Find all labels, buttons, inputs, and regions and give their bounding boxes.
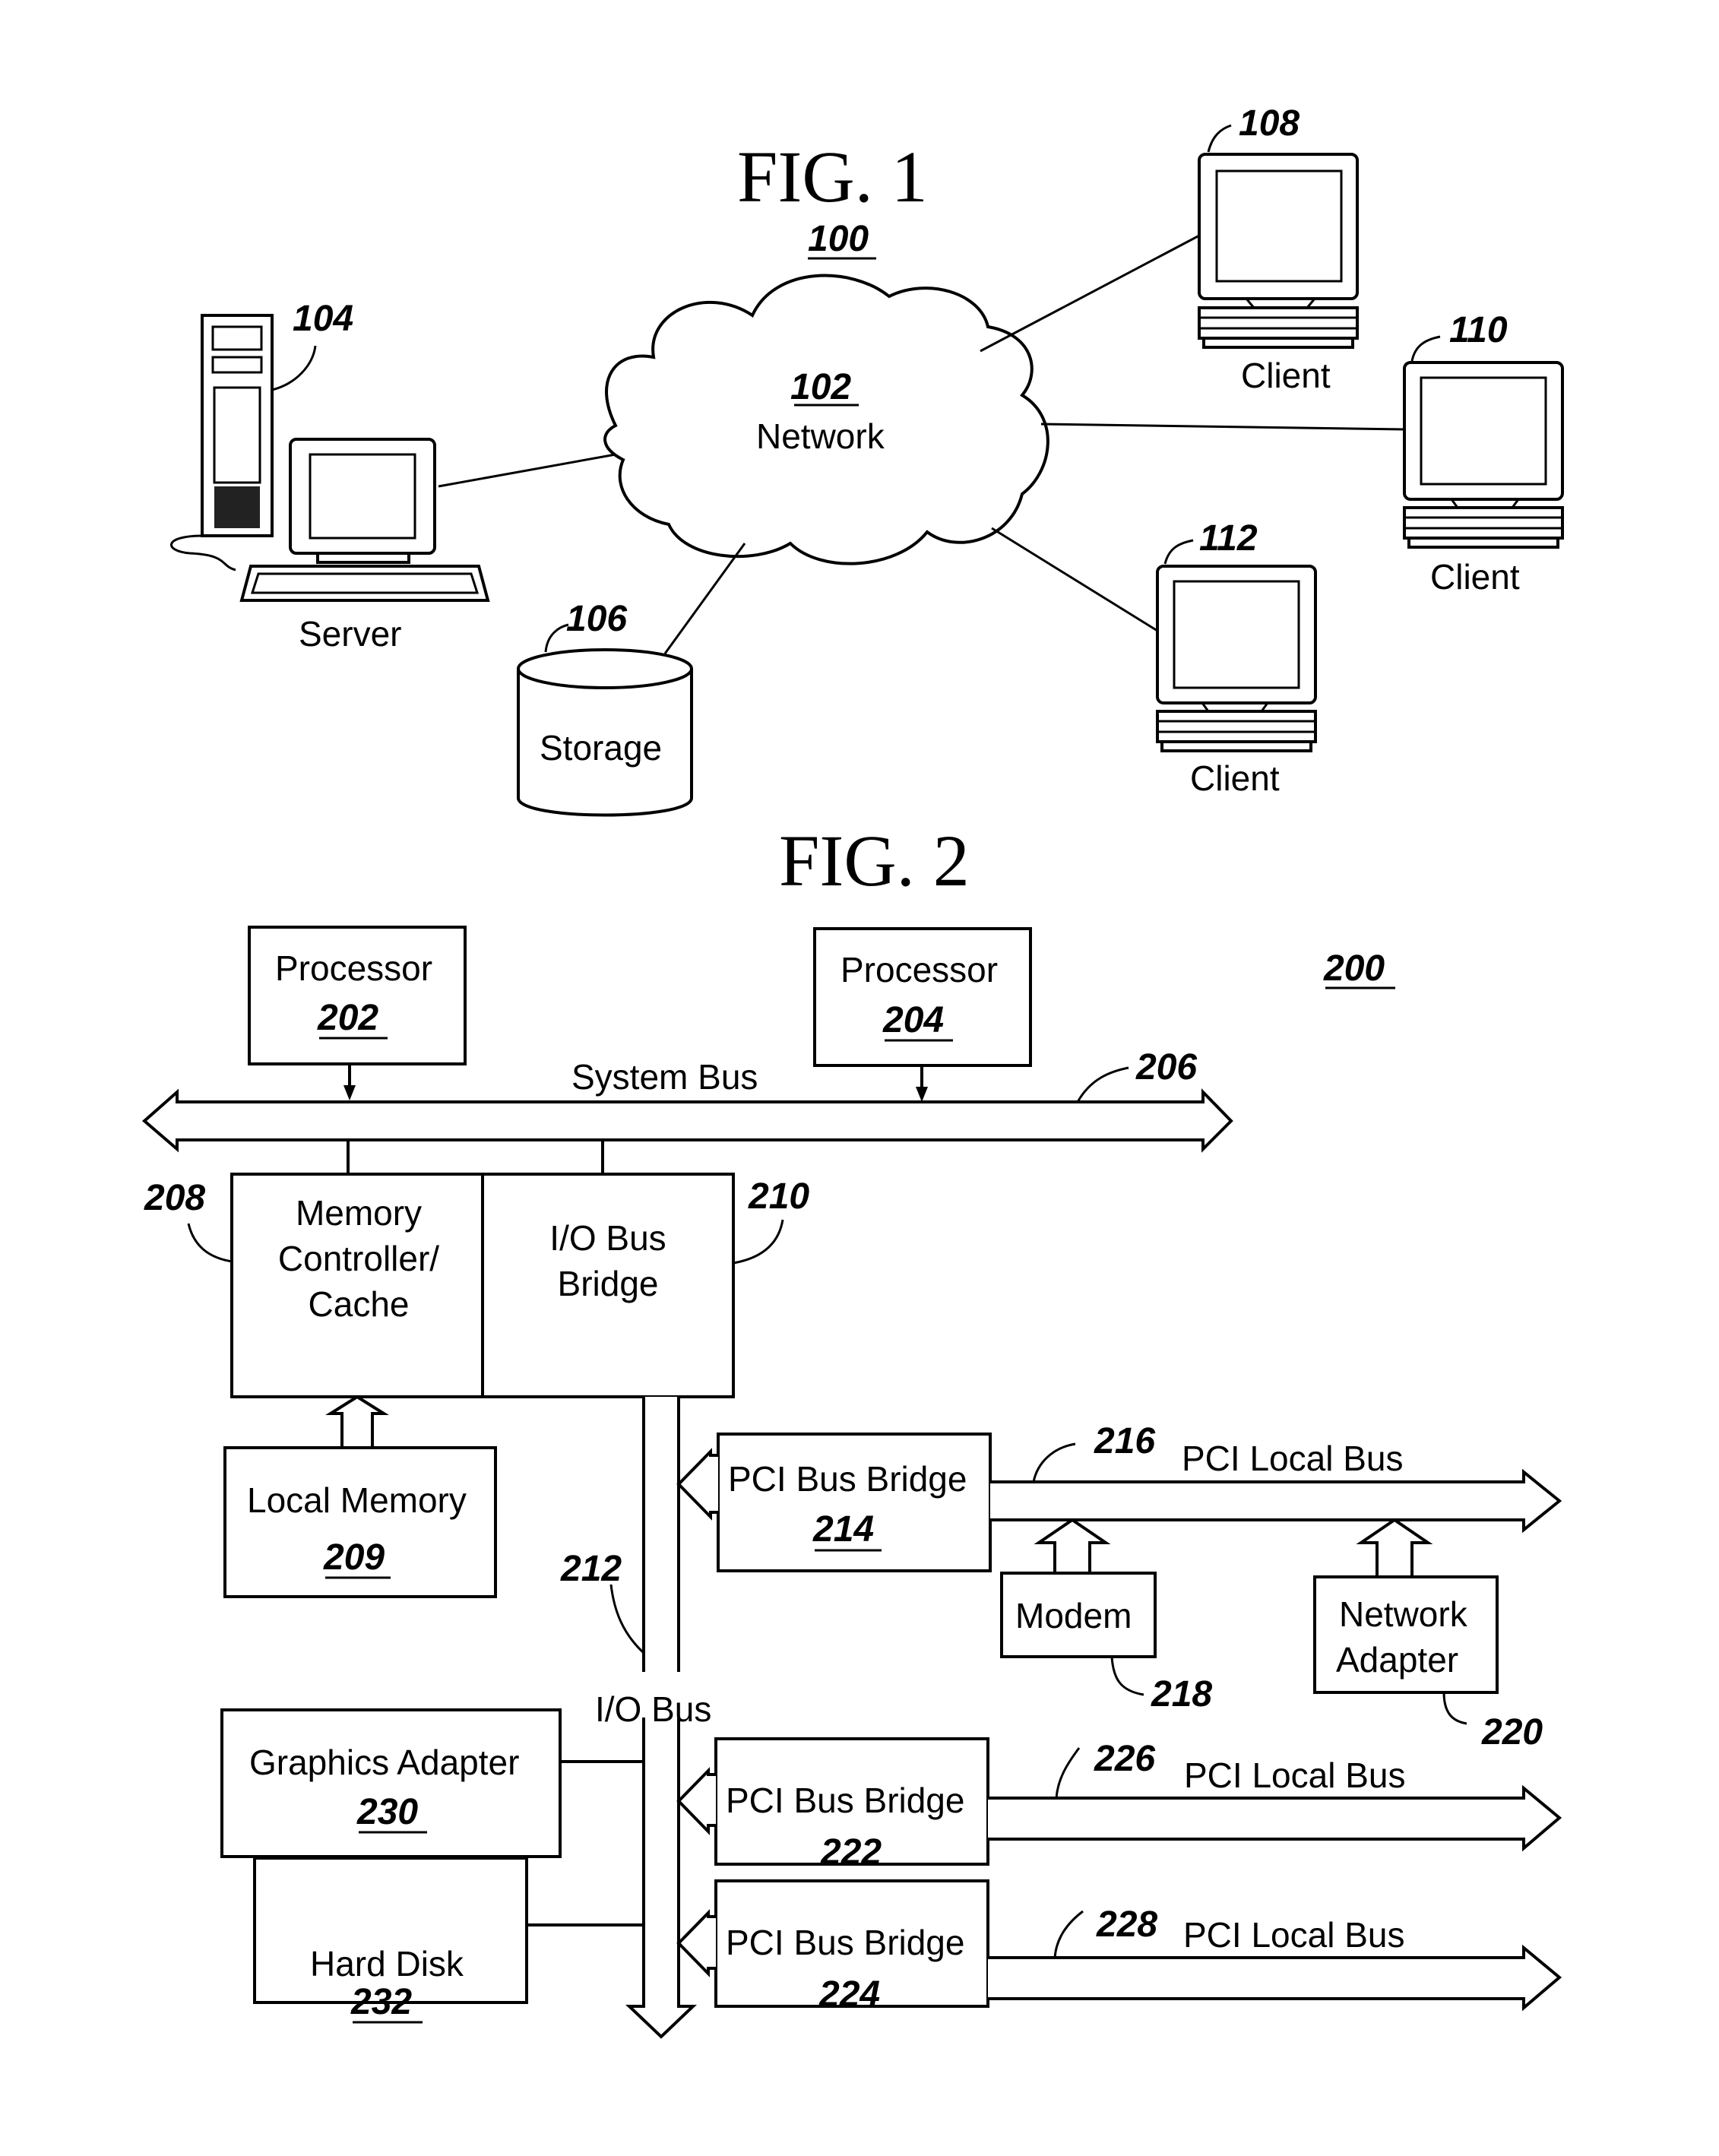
local-memory-ref: 209 <box>323 1537 385 1578</box>
io-bus-label: I/O Bus <box>595 1689 711 1729</box>
client-108-label: Client <box>1241 356 1331 395</box>
network-label: Network <box>756 416 885 456</box>
graphics-adapter-ref: 230 <box>356 1792 418 1832</box>
client-112-icon <box>1156 565 1317 752</box>
network-adapter-arrow <box>1356 1518 1433 1577</box>
client-108-link <box>980 234 1200 353</box>
system-bus-label: System Bus <box>571 1057 758 1097</box>
arrow-head <box>916 1087 928 1102</box>
system-bus-ref: 206 <box>1135 1047 1197 1087</box>
pci-bridge-214-arrow <box>676 1448 718 1521</box>
pci-bridge-224-label: PCI Bus Bridge <box>726 1923 964 1962</box>
pci-bridge-222-arrow <box>676 1767 716 1835</box>
processor-202-ref: 202 <box>317 998 378 1038</box>
server-icon <box>169 314 490 602</box>
fig2-ref: 200 <box>1323 948 1385 989</box>
client-110-icon <box>1403 361 1564 549</box>
server-label: Server <box>299 614 401 654</box>
pci-bridge-214-ref: 214 <box>812 1509 874 1550</box>
memory-controller-line2: Controller/ <box>278 1239 439 1278</box>
pci-bridge-222-label: PCI Bus Bridge <box>726 1781 964 1820</box>
server-ref: 104 <box>293 299 353 339</box>
modem-label: Modem <box>1015 1596 1132 1635</box>
pci-local-bus-216-leader <box>1032 1442 1076 1483</box>
pci-bridge-214-label: PCI Bus Bridge <box>728 1459 967 1499</box>
hard-disk-ref: 232 <box>350 1982 412 2022</box>
system-bus-ref-leader <box>1076 1066 1129 1103</box>
network-adapter-ref-leader <box>1442 1692 1467 1725</box>
processor-202-label: Processor <box>275 948 432 988</box>
pci-local-bus-228-leader <box>1053 1910 1084 1958</box>
client-112-link <box>991 527 1158 632</box>
graphics-adapter-box <box>220 1708 562 1858</box>
pci-local-bus-216-ref: 216 <box>1094 1421 1155 1461</box>
client-108-ref-leader <box>1207 124 1232 153</box>
graphics-adapter-label: Graphics Adapter <box>249 1743 519 1782</box>
client-112-label: Client <box>1190 758 1280 798</box>
network-adapter-ref: 220 <box>1481 1712 1543 1752</box>
io-bus-ref-leader <box>609 1584 645 1654</box>
storage-label: Storage <box>540 728 662 768</box>
network-adapter-line2: Adapter <box>1336 1640 1458 1680</box>
client-108-ref: 108 <box>1239 103 1300 144</box>
processor-204-label: Processor <box>841 950 998 989</box>
memory-controller-ref-leader <box>187 1223 233 1263</box>
client-108-icon <box>1198 153 1359 349</box>
patent-figures: FIG. 1 100 102 Network 104 Server 106 St… <box>141 103 1564 2039</box>
fig1-title: FIG. 1 <box>737 136 928 217</box>
modem-arrow <box>1034 1518 1111 1573</box>
client-110-label: Client <box>1430 557 1520 597</box>
client-110-ref: 110 <box>1449 310 1508 350</box>
modem-ref-leader <box>1110 1656 1144 1696</box>
storage-ref: 106 <box>566 599 627 639</box>
pci-local-bus-228-ref: 228 <box>1096 1904 1157 1945</box>
pci-local-bus-226-ref: 226 <box>1094 1739 1155 1779</box>
network-ref: 102 <box>790 367 851 407</box>
network-adapter-line1: Network <box>1339 1594 1468 1634</box>
pci-bridge-222-ref: 222 <box>820 1832 882 1873</box>
io-bus-ref: 212 <box>560 1549 622 1589</box>
memory-controller-line3: Cache <box>309 1284 410 1324</box>
io-bridge-ref-leader <box>733 1219 784 1265</box>
processor-202-box <box>248 926 467 1065</box>
local-memory-arrow <box>325 1395 389 1448</box>
pci-bridge-224-arrow <box>676 1909 716 1977</box>
processor-204-ref: 204 <box>882 1000 944 1040</box>
pci-bridge-224-ref: 224 <box>818 1974 880 2015</box>
storage-ref-leader <box>544 623 569 653</box>
fig1-ref: 100 <box>808 219 869 259</box>
local-memory-label: Local Memory <box>247 1480 467 1520</box>
client-112-ref: 112 <box>1199 518 1258 559</box>
io-bridge-line1: I/O Bus <box>549 1218 666 1258</box>
client-110-link <box>1040 423 1405 431</box>
pci-local-bus-226-leader <box>1055 1747 1081 1799</box>
pci-local-bus-216-label: PCI Local Bus <box>1182 1439 1403 1478</box>
server-link <box>438 453 616 488</box>
pci-local-bus-228-label: PCI Local Bus <box>1183 1915 1404 1955</box>
memory-controller-line1: Memory <box>296 1193 422 1233</box>
arrow-head <box>343 1085 356 1100</box>
processor-204-box <box>813 927 1032 1067</box>
pci-local-bus-226-label: PCI Local Bus <box>1184 1756 1405 1795</box>
memory-controller-ref: 208 <box>144 1178 205 1218</box>
io-bridge-ref: 210 <box>748 1176 809 1217</box>
client-110-ref-leader <box>1410 335 1441 362</box>
client-112-ref-leader <box>1163 539 1194 565</box>
modem-ref: 218 <box>1151 1674 1212 1714</box>
pci-local-bus-226 <box>988 1784 1562 1852</box>
server-ref-leader <box>271 345 317 391</box>
storage-link <box>663 543 746 654</box>
io-bridge-line2: Bridge <box>558 1264 659 1303</box>
system-bus <box>141 1088 1233 1153</box>
pci-local-bus-228 <box>988 1944 1562 2012</box>
fig2-title: FIG. 2 <box>779 820 970 901</box>
hard-disk-label: Hard Disk <box>310 1944 464 1983</box>
